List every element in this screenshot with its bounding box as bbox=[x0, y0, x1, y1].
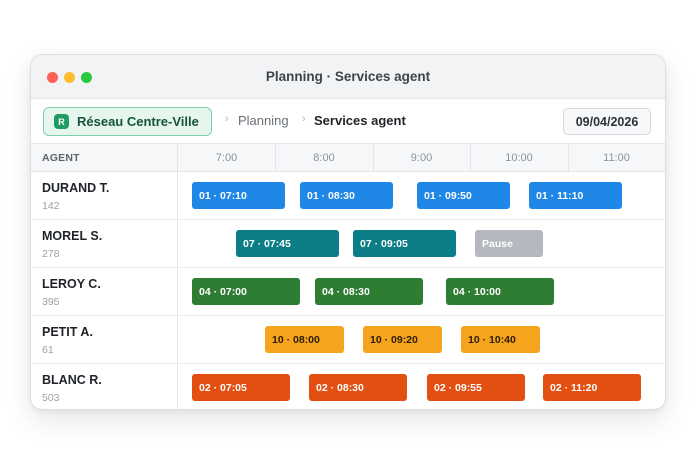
agent-row: BLANC R. 503 02 · 07:05 02 · 08:30 02 · 09:5… bbox=[31, 364, 665, 409]
shift-block[interactable]: 02 · 08:30 bbox=[309, 374, 407, 401]
agent-name[interactable]: BLANC R. bbox=[42, 373, 102, 387]
hour-label: 10:00 bbox=[505, 152, 533, 164]
agent-id: 61 bbox=[42, 344, 54, 356]
planning-window: Planning · Services agent R Réseau Centr… bbox=[30, 54, 666, 410]
shift-block[interactable]: 10 · 08:00 bbox=[265, 326, 344, 353]
pause-block[interactable]: Pause bbox=[475, 230, 543, 257]
hour-label: 9:00 bbox=[410, 152, 433, 164]
shift-block[interactable]: 07 · 07:45 bbox=[236, 230, 339, 257]
hour-separator bbox=[372, 144, 374, 172]
shift-block[interactable]: 02 · 09:55 bbox=[427, 374, 525, 401]
agent-name[interactable]: PETIT A. bbox=[42, 325, 93, 339]
agent-name[interactable]: DURAND T. bbox=[42, 181, 109, 195]
hour-separator bbox=[275, 144, 277, 172]
network-badge-icon: R bbox=[54, 114, 69, 129]
agent-row: LEROY C. 395 04 · 07:00 04 · 08:30 04 · 10:0… bbox=[31, 268, 665, 316]
network-selector[interactable]: R Réseau Centre-Ville bbox=[43, 107, 212, 136]
shift-block[interactable]: 10 · 10:40 bbox=[461, 326, 540, 353]
network-label: Réseau Centre-Ville bbox=[77, 114, 199, 129]
date-picker[interactable]: 09/04/2026 bbox=[563, 108, 651, 135]
hour-label: 8:00 bbox=[313, 152, 335, 164]
hour-label: 11:00 bbox=[603, 152, 630, 164]
agent-id: 395 bbox=[42, 296, 60, 308]
shift-block[interactable]: 04 · 10:00 bbox=[446, 278, 554, 305]
shift-block[interactable]: 02 · 11:20 bbox=[543, 374, 641, 401]
breadcrumb-chevron-icon: › bbox=[302, 113, 306, 125]
title-bar: Planning · Services agent bbox=[31, 55, 665, 99]
shift-block[interactable]: 01 · 11:10 bbox=[529, 182, 622, 209]
shift-block[interactable]: 01 · 08:30 bbox=[300, 182, 393, 209]
agent-row: DURAND T. 142 01 · 07:10 01 · 08:30 01 · 09:… bbox=[31, 172, 665, 220]
hour-separator bbox=[470, 144, 472, 172]
window-title: Planning · Services agent bbox=[265, 69, 431, 84]
shift-block[interactable]: 10 · 09:20 bbox=[363, 326, 442, 353]
agent-row: PETIT A. 61 10 · 08:00 10 · 09:20 10 · 10:40 bbox=[31, 316, 665, 364]
toolbar: R Réseau Centre-Ville › Planning › Servi… bbox=[31, 99, 665, 144]
breadcrumb-planning[interactable]: Planning bbox=[238, 113, 289, 128]
shift-block[interactable]: 07 · 09:05 bbox=[353, 230, 456, 257]
shift-block[interactable]: 01 · 07:10 bbox=[192, 182, 285, 209]
hour-label: 7:00 bbox=[215, 152, 238, 164]
shift-block[interactable]: 01 · 09:50 bbox=[417, 182, 510, 209]
breadcrumb-services-agent: Services agent bbox=[314, 113, 406, 128]
agent-name[interactable]: LEROY C. bbox=[42, 277, 101, 291]
agent-name[interactable]: MOREL S. bbox=[42, 229, 102, 243]
hour-separator bbox=[567, 144, 569, 172]
agent-column-header: AGENT bbox=[42, 152, 80, 164]
shift-block[interactable]: 04 · 07:00 bbox=[192, 278, 300, 305]
agent-row: MOREL S. 278 07 · 07:45 07 · 09:05 Pause bbox=[31, 220, 665, 268]
breadcrumb-chevron-icon: › bbox=[225, 113, 229, 125]
timeline-header: AGENT 7:00 8:00 9:00 10:00 11:00 bbox=[31, 144, 665, 172]
agent-id: 142 bbox=[42, 200, 60, 212]
shift-block[interactable]: 04 · 08:30 bbox=[315, 278, 423, 305]
agent-id: 503 bbox=[42, 392, 60, 404]
agent-id: 278 bbox=[42, 248, 60, 260]
shift-block[interactable]: 02 · 07:05 bbox=[192, 374, 290, 401]
